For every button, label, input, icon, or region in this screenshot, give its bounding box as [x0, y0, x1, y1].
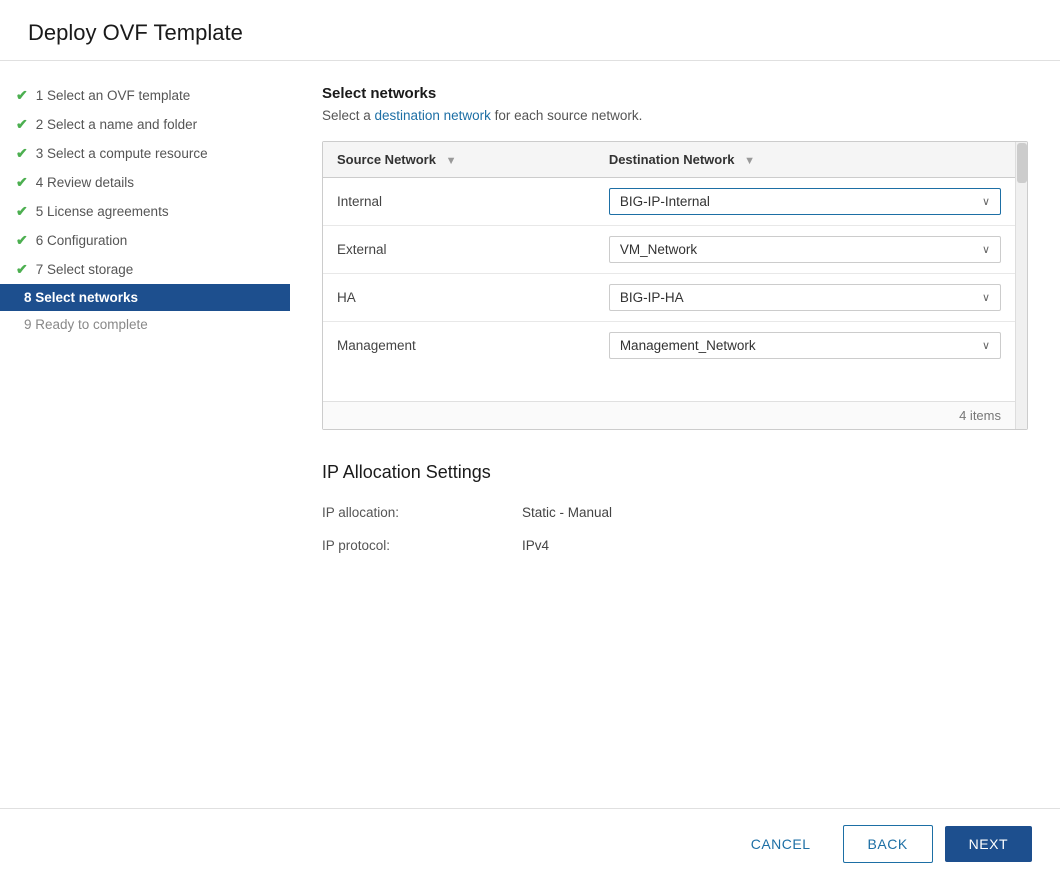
table-row: HA BIG-IP-HA ∨: [323, 274, 1015, 322]
dialog-title: Deploy OVF Template: [28, 20, 1032, 46]
sidebar: ✔ 1 Select an OVF template ✔ 2 Select a …: [0, 61, 290, 808]
check-icon-step7: ✔: [16, 261, 28, 278]
dropdown-arrow-1: ∨: [982, 195, 990, 208]
filter-icon-dest[interactable]: ▼: [744, 155, 755, 167]
source-network-cell: Management: [323, 322, 595, 370]
dropdown-arrow-3: ∨: [982, 291, 990, 304]
source-network-value: HA: [337, 290, 356, 305]
col-dest-header: Destination Network ▼: [595, 142, 1015, 178]
networks-table-container: Source Network ▼ Destination Network ▼: [322, 141, 1028, 430]
table-row: External VM_Network ∨: [323, 226, 1015, 274]
source-network-value: External: [337, 242, 387, 257]
sidebar-label-step5: 5 License agreements: [36, 204, 169, 219]
dialog-footer: CANCEL BACK NEXT: [0, 808, 1060, 879]
source-network-value: Management: [337, 338, 416, 353]
dest-network-select-4[interactable]: Management_Network ∨: [609, 332, 1001, 359]
sidebar-label-step6: 6 Configuration: [36, 233, 128, 248]
col-source-header: Source Network ▼: [323, 142, 595, 178]
dialog-header: Deploy OVF Template: [0, 0, 1060, 61]
dest-network-cell: VM_Network ∨: [595, 226, 1015, 274]
dropdown-arrow-4: ∨: [982, 339, 990, 352]
cancel-button[interactable]: CANCEL: [731, 826, 831, 862]
check-icon-step3: ✔: [16, 145, 28, 162]
table-footer: 4 items: [323, 401, 1015, 429]
ip-allocation-value: Static - Manual: [522, 505, 612, 520]
main-content: Select networks Select a destination net…: [290, 61, 1060, 808]
section-desc: Select a destination network for each so…: [322, 108, 1028, 123]
source-network-cell: External: [323, 226, 595, 274]
check-icon-step2: ✔: [16, 116, 28, 133]
scroll-thumb: [1017, 143, 1027, 183]
dest-network-cell: Management_Network ∨: [595, 322, 1015, 370]
ip-allocation-row: IP allocation: Static - Manual: [322, 505, 1028, 520]
dest-network-value-1: BIG-IP-Internal: [620, 194, 710, 209]
sidebar-item-step6[interactable]: ✔ 6 Configuration: [0, 226, 290, 255]
source-network-cell: HA: [323, 274, 595, 322]
sidebar-item-step1[interactable]: ✔ 1 Select an OVF template: [0, 81, 290, 110]
sidebar-item-step3[interactable]: ✔ 3 Select a compute resource: [0, 139, 290, 168]
table-scrollbar[interactable]: [1015, 142, 1027, 429]
sidebar-item-step8[interactable]: 8 Select networks: [0, 284, 290, 311]
dest-network-value-2: VM_Network: [620, 242, 697, 257]
back-button[interactable]: BACK: [843, 825, 933, 863]
check-icon-step5: ✔: [16, 203, 28, 220]
sidebar-item-step2[interactable]: ✔ 2 Select a name and folder: [0, 110, 290, 139]
dest-network-cell: BIG-IP-Internal ∨: [595, 178, 1015, 226]
ip-protocol-value: IPv4: [522, 538, 549, 553]
sidebar-label-step9: 9 Ready to complete: [24, 317, 148, 332]
check-icon-step1: ✔: [16, 87, 28, 104]
dest-network-select-2[interactable]: VM_Network ∨: [609, 236, 1001, 263]
filter-icon-source[interactable]: ▼: [446, 155, 457, 167]
table-item-count: 4 items: [959, 408, 1001, 423]
dest-network-value-3: BIG-IP-HA: [620, 290, 684, 305]
table-body: Internal BIG-IP-Internal ∨: [323, 178, 1015, 370]
ip-section-title: IP Allocation Settings: [322, 462, 1028, 483]
ip-protocol-label: IP protocol:: [322, 538, 522, 553]
sidebar-label-step2: 2 Select a name and folder: [36, 117, 197, 132]
sidebar-label-step4: 4 Review details: [36, 175, 134, 190]
check-icon-step6: ✔: [16, 232, 28, 249]
dest-network-value-4: Management_Network: [620, 338, 756, 353]
dest-network-cell: BIG-IP-HA ∨: [595, 274, 1015, 322]
ip-protocol-row: IP protocol: IPv4: [322, 538, 1028, 553]
destination-network-link[interactable]: destination network: [375, 108, 491, 123]
next-button[interactable]: NEXT: [945, 826, 1032, 862]
section-desc-part2: for each source network.: [491, 108, 643, 123]
source-network-cell: Internal: [323, 178, 595, 226]
table-row: Management Management_Network ∨: [323, 322, 1015, 370]
dropdown-arrow-2: ∨: [982, 243, 990, 256]
dialog-body: ✔ 1 Select an OVF template ✔ 2 Select a …: [0, 61, 1060, 808]
ip-allocation-label: IP allocation:: [322, 505, 522, 520]
source-network-value: Internal: [337, 194, 382, 209]
section-title: Select networks: [322, 85, 1028, 102]
sidebar-label-step7: 7 Select storage: [36, 262, 134, 277]
section-desc-part1: Select a: [322, 108, 375, 123]
deploy-ovf-dialog: Deploy OVF Template ✔ 1 Select an OVF te…: [0, 0, 1060, 879]
dest-network-select-1[interactable]: BIG-IP-Internal ∨: [609, 188, 1001, 215]
sidebar-label-step8: 8 Select networks: [24, 290, 138, 305]
table-row: Internal BIG-IP-Internal ∨: [323, 178, 1015, 226]
networks-table: Source Network ▼ Destination Network ▼: [323, 142, 1015, 369]
sidebar-label-step1: 1 Select an OVF template: [36, 88, 191, 103]
sidebar-item-step7[interactable]: ✔ 7 Select storage: [0, 255, 290, 284]
sidebar-item-step5[interactable]: ✔ 5 License agreements: [0, 197, 290, 226]
dest-network-select-3[interactable]: BIG-IP-HA ∨: [609, 284, 1001, 311]
check-icon-step4: ✔: [16, 174, 28, 191]
table-header: Source Network ▼ Destination Network ▼: [323, 142, 1015, 178]
sidebar-label-step3: 3 Select a compute resource: [36, 146, 208, 161]
sidebar-item-step4[interactable]: ✔ 4 Review details: [0, 168, 290, 197]
sidebar-item-step9[interactable]: 9 Ready to complete: [0, 311, 290, 338]
